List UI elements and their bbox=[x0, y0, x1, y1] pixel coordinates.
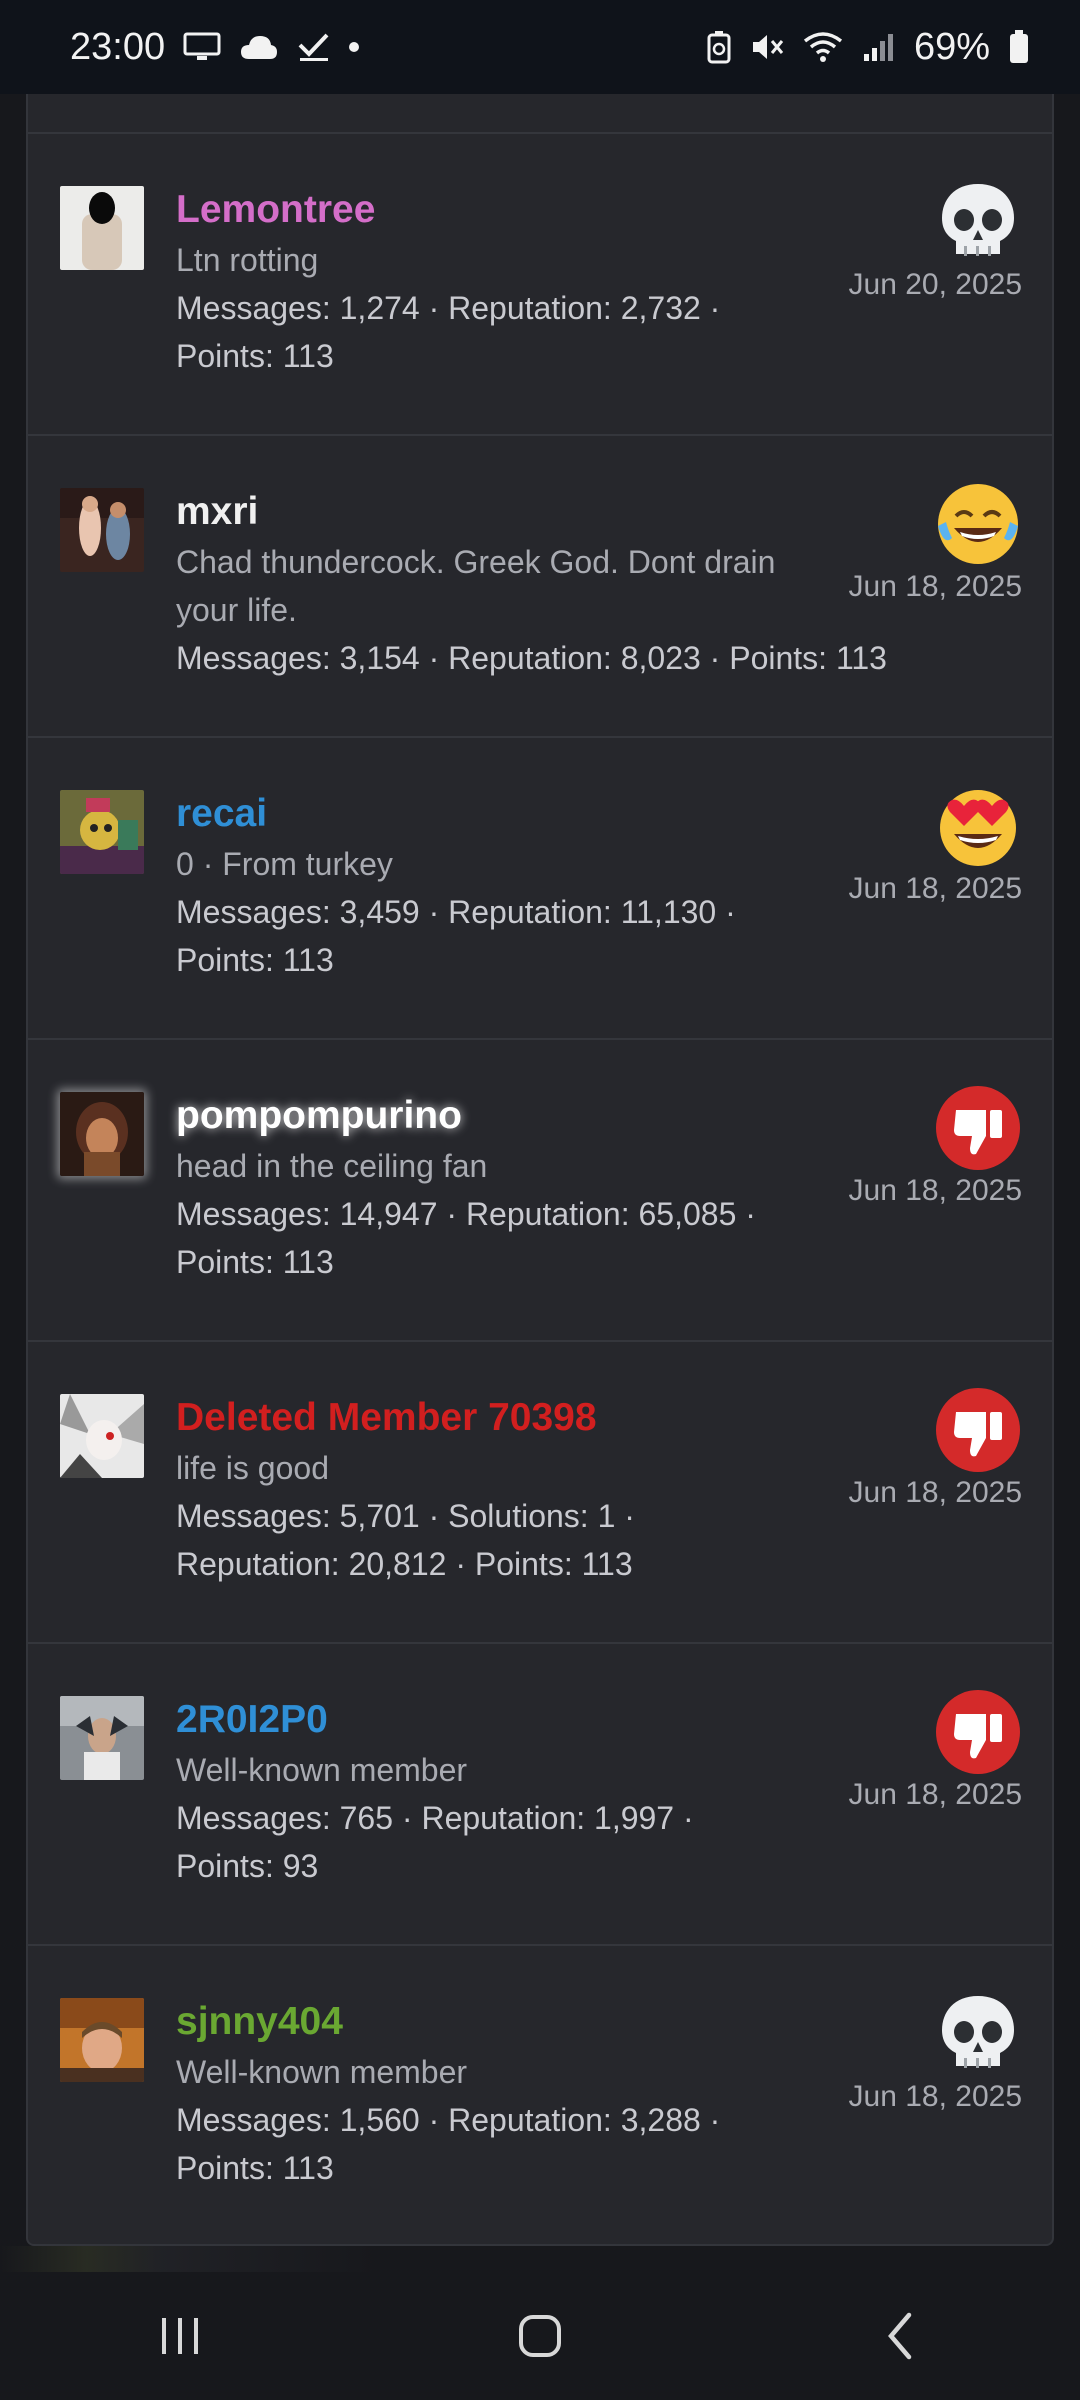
list-item[interactable]: Lemontree Ltn rotting Messages: 1,274 · … bbox=[28, 132, 1052, 434]
cloud-icon bbox=[239, 33, 279, 61]
reaction-date: Jun 20, 2025 bbox=[848, 268, 1022, 301]
home-icon[interactable] bbox=[480, 2296, 600, 2376]
check-icon bbox=[297, 31, 331, 63]
list-item[interactable]: 2R0I2P0 Well-known member Messages: 765 … bbox=[28, 1642, 1052, 1944]
avatar[interactable] bbox=[60, 1092, 144, 1176]
battery-percent: 69% bbox=[913, 25, 990, 68]
heart-eyes-icon bbox=[934, 782, 1022, 870]
user-stats: Messages: 14,947 · Reputation: 65,085 · bbox=[176, 1196, 756, 1232]
user-stats: Messages: 765 · Reputation: 1,997 · bbox=[176, 1800, 694, 1836]
avatar[interactable] bbox=[60, 1998, 144, 2082]
list-item[interactable]: recai 0 · From turkey Messages: 3,459 · … bbox=[28, 736, 1052, 1038]
skull-icon bbox=[934, 1990, 1022, 2078]
user-title: Ltn rotting bbox=[176, 242, 319, 278]
status-bar: 23:00 69% bbox=[0, 0, 1080, 94]
reaction-date: Jun 18, 2025 bbox=[848, 872, 1022, 905]
user-stats: Points: 113 bbox=[176, 2150, 334, 2186]
reaction-date: Jun 18, 2025 bbox=[848, 570, 1022, 603]
reaction-date: Jun 18, 2025 bbox=[848, 1174, 1022, 1207]
user-stats: Messages: 1,560 · Reputation: 3,288 · bbox=[176, 2102, 721, 2138]
user-stats: Points: 113 bbox=[176, 338, 334, 374]
username[interactable]: pompompurino bbox=[176, 1090, 816, 1142]
username[interactable]: 2R0I2P0 bbox=[176, 1694, 816, 1746]
wifi-icon bbox=[802, 31, 844, 63]
username[interactable]: recai bbox=[176, 788, 816, 840]
list-item[interactable]: Deleted Member 70398 life is good Messag… bbox=[28, 1340, 1052, 1642]
reaction-date: Jun 18, 2025 bbox=[848, 1476, 1022, 1509]
avatar[interactable] bbox=[60, 488, 144, 572]
laughing-tears-icon bbox=[934, 480, 1022, 568]
user-stats: Points: 113 bbox=[176, 942, 334, 978]
user-title: 0 · From turkey bbox=[176, 846, 393, 882]
avatar[interactable] bbox=[60, 1394, 144, 1478]
user-title: your life. bbox=[176, 592, 297, 628]
user-stats: Points: 113 bbox=[176, 1244, 334, 1280]
user-stats: Points: 93 bbox=[176, 1848, 319, 1884]
user-stats: Messages: 3,459 · Reputation: 11,130 · bbox=[176, 894, 736, 930]
signal-icon bbox=[862, 32, 896, 62]
user-stats: Reputation: 20,812 · Points: 113 bbox=[176, 1546, 633, 1582]
user-title: head in the ceiling fan bbox=[176, 1148, 488, 1184]
battery-icon bbox=[1008, 29, 1030, 65]
avatar[interactable] bbox=[60, 790, 144, 874]
mute-icon bbox=[750, 31, 784, 63]
username[interactable]: sjnny404 bbox=[176, 1996, 816, 2048]
status-time: 23:00 bbox=[70, 25, 166, 68]
user-title: Well-known member bbox=[176, 1752, 468, 1788]
reaction-date: Jun 18, 2025 bbox=[848, 2080, 1022, 2113]
thumbs-down-icon bbox=[934, 1688, 1022, 1776]
user-title: Well-known member bbox=[176, 2054, 468, 2090]
username[interactable]: Deleted Member 70398 bbox=[176, 1392, 816, 1444]
navigation-bar bbox=[0, 2272, 1080, 2400]
thumbs-down-icon bbox=[934, 1386, 1022, 1474]
dot-icon bbox=[349, 42, 360, 52]
reactions-list: Lemontree Ltn rotting Messages: 1,274 · … bbox=[26, 94, 1054, 2246]
avatar[interactable] bbox=[60, 1696, 144, 1780]
user-stats: Messages: 1,274 · Reputation: 2,732 · bbox=[176, 290, 721, 326]
battery-saver-icon bbox=[706, 30, 732, 64]
recent-apps-icon[interactable] bbox=[120, 2296, 240, 2376]
user-title: Chad thundercock. Greek God. Dont drain bbox=[176, 544, 776, 580]
thumbs-down-icon bbox=[934, 1084, 1022, 1172]
content-edge bbox=[0, 2246, 1080, 2272]
list-item[interactable]: sjnny404 Well-known member Messages: 1,5… bbox=[28, 1944, 1052, 2246]
screen-icon bbox=[183, 32, 221, 62]
user-stats: Messages: 5,701 · Solutions: 1 · bbox=[176, 1498, 635, 1534]
user-title: life is good bbox=[176, 1450, 329, 1486]
back-icon[interactable] bbox=[840, 2296, 960, 2376]
avatar[interactable] bbox=[60, 186, 144, 270]
reaction-date: Jun 18, 2025 bbox=[848, 1778, 1022, 1811]
username[interactable]: mxri bbox=[176, 486, 816, 538]
skull-icon bbox=[934, 178, 1022, 266]
list-item[interactable]: pompompurino head in the ceiling fan Mes… bbox=[28, 1038, 1052, 1340]
list-item[interactable]: mxri Chad thundercock. Greek God. Dont d… bbox=[28, 434, 1052, 736]
user-stats: Messages: 3,154 · Reputation: 8,023 · Po… bbox=[176, 640, 887, 676]
username[interactable]: Lemontree bbox=[176, 184, 816, 236]
